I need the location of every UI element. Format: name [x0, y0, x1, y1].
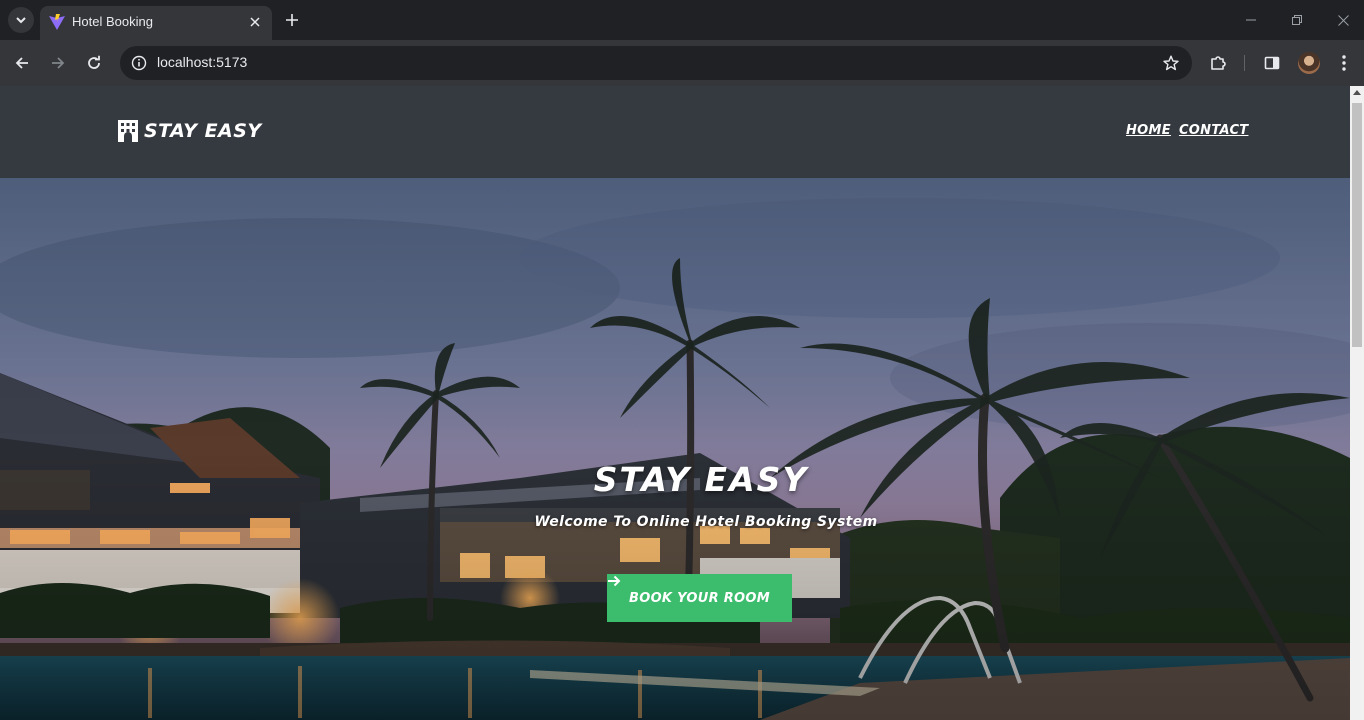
more-vert-icon — [1342, 55, 1346, 71]
tab-search-button[interactable] — [8, 7, 34, 33]
close-icon — [250, 17, 260, 27]
hotel-building-icon — [118, 120, 138, 142]
extensions-icon — [1211, 56, 1226, 70]
reload-icon — [88, 55, 100, 69]
restore-icon — [1292, 15, 1302, 25]
minimize-button[interactable] — [1228, 0, 1274, 40]
nav-link-home[interactable]: HOME — [1126, 123, 1171, 138]
menu-button[interactable] — [1330, 49, 1358, 77]
tab-title: Hotel Booking — [72, 14, 153, 29]
scroll-up-arrow[interactable] — [1353, 90, 1361, 95]
extensions-button[interactable] — [1204, 49, 1232, 77]
hero-section: STAY EASY Welcome To Online Hotel Bookin… — [0, 178, 1350, 720]
browser-tab[interactable]: Hotel Booking — [40, 6, 272, 40]
side-panel-button[interactable] — [1258, 49, 1286, 77]
restore-button[interactable] — [1274, 0, 1320, 40]
close-icon — [1337, 14, 1349, 26]
hero-title: STAY EASY — [593, 460, 809, 499]
hero-subtitle: Welcome To Online Hotel Booking System — [534, 514, 878, 530]
hero-background-image — [0, 178, 1350, 720]
tab-close-button[interactable] — [246, 13, 264, 31]
back-arrow-icon — [15, 57, 28, 69]
toolbar-divider — [1244, 55, 1245, 71]
page-scrollbar[interactable] — [1350, 86, 1364, 720]
sidepanel-icon — [1264, 56, 1280, 70]
forward-arrow-icon — [52, 57, 65, 69]
browser-toolbar: localhost:5173 — [0, 40, 1364, 86]
book-room-label: BOOK YOUR ROOM — [629, 590, 770, 606]
brand-logo[interactable]: STAY EASY — [116, 119, 262, 143]
scroll-thumb[interactable] — [1352, 103, 1362, 347]
tab-strip: Hotel Booking — [0, 0, 1364, 40]
site-navbar: STAY EASY HOME CONTACT — [0, 86, 1350, 178]
info-icon — [131, 55, 147, 71]
chevron-down-icon — [16, 17, 26, 24]
bookmark-button[interactable] — [1160, 52, 1182, 74]
vite-favicon-icon — [49, 14, 65, 30]
site-info-button[interactable] — [126, 50, 152, 76]
back-button[interactable] — [8, 49, 36, 77]
address-bar[interactable]: localhost:5173 — [120, 46, 1192, 80]
page-viewport: STAY EASY HOME CONTACT STAY EASY Welcome… — [0, 86, 1350, 720]
site-nav-links: HOME CONTACT — [1126, 123, 1248, 138]
book-room-button[interactable]: BOOK YOUR ROOM — [607, 574, 792, 622]
reload-button[interactable] — [80, 49, 108, 77]
nav-link-contact[interactable]: CONTACT — [1179, 123, 1249, 138]
window-close-button[interactable] — [1320, 0, 1364, 40]
forward-button[interactable] — [44, 49, 72, 77]
url-text: localhost:5173 — [157, 54, 248, 70]
profile-avatar[interactable] — [1298, 52, 1320, 74]
arrow-right-icon — [608, 575, 621, 587]
minimize-icon — [1246, 19, 1256, 21]
brand-name: STAY EASY — [144, 120, 262, 142]
new-tab-button[interactable] — [280, 8, 304, 32]
star-icon — [1163, 55, 1179, 71]
plus-icon — [286, 14, 298, 26]
